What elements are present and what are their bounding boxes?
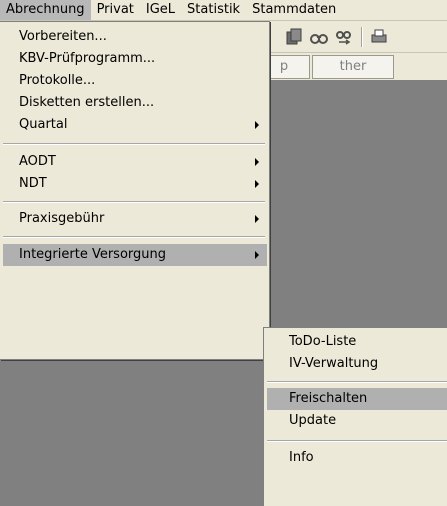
menu-item-label: Quartal	[19, 117, 68, 132]
submenu-arrow-icon	[255, 215, 259, 223]
submenu-item-iv-verwaltung[interactable]: IV-Verwaltung	[267, 353, 447, 375]
toolbar	[258, 22, 447, 53]
submenu-item-label: Info	[289, 450, 314, 465]
submenu-arrow-icon	[255, 158, 259, 166]
menu-separator	[267, 440, 447, 442]
menu-item-label: Disketten erstellen...	[19, 95, 155, 110]
menu-item-label: Protokolle...	[19, 73, 96, 88]
menu-item-label: KBV-Prüfprogramm...	[19, 51, 156, 66]
menu-privat[interactable]: Privat	[91, 0, 140, 20]
menu-item-protokolle[interactable]: Protokolle...	[3, 70, 267, 92]
menu-item-quartal[interactable]: Quartal	[3, 114, 267, 136]
menu-separator	[3, 236, 265, 238]
submenu-item-update[interactable]: Update	[267, 410, 447, 432]
menu-item-vorbereiten[interactable]: Vorbereiten...	[3, 26, 267, 48]
submenu-item-label: IV-Verwaltung	[289, 356, 379, 371]
tab-strip: p ther	[258, 54, 447, 80]
menu-statistik[interactable]: Statistik	[181, 0, 246, 20]
menu-item-label: NDT	[19, 176, 47, 191]
submenu-item-label: Update	[289, 413, 337, 428]
copy-icon[interactable]	[285, 28, 303, 46]
menu-separator	[3, 143, 265, 145]
menu-item-aodt[interactable]: AODT	[3, 151, 267, 173]
menu-bar: Abrechnung Privat IGeL Statistik Stammda…	[0, 0, 447, 21]
submenu-item-todo-liste[interactable]: ToDo-Liste	[267, 331, 447, 353]
menu-item-label: AODT	[19, 154, 56, 169]
workspace-area-left	[0, 360, 258, 506]
menu-item-kbv-pruefprogramm[interactable]: KBV-Prüfprogramm...	[3, 48, 267, 70]
menu-separator	[3, 201, 265, 203]
application-window: Abrechnung Privat IGeL Statistik Stammda…	[0, 0, 447, 506]
submenu-item-freischalten[interactable]: Freischalten	[267, 388, 447, 410]
menu-separator	[267, 381, 447, 383]
menu-igel[interactable]: IGeL	[140, 0, 181, 20]
submenu-item-label: Freischalten	[289, 391, 368, 406]
submenu-arrow-icon	[255, 251, 259, 259]
submenu-arrow-icon	[255, 121, 259, 129]
submenu-item-info[interactable]: Info	[267, 447, 447, 469]
menu-item-praxisgebuehr[interactable]: Praxisgebühr	[3, 208, 267, 230]
find-next-icon[interactable]	[335, 28, 353, 46]
menu-item-label: Vorbereiten...	[19, 29, 107, 44]
abrechnung-dropdown-menu: Vorbereiten... KBV-Prüfprogramm... Proto…	[0, 21, 270, 360]
find-icon[interactable]	[310, 28, 328, 46]
menu-item-label: Praxisgebühr	[19, 211, 105, 226]
menu-item-integrierte-versorgung[interactable]: Integrierte Versorgung	[3, 244, 267, 266]
menu-item-label: Integrierte Versorgung	[19, 247, 166, 262]
menu-stammdaten[interactable]: Stammdaten	[246, 0, 342, 20]
menu-item-disketten-erstellen[interactable]: Disketten erstellen...	[3, 92, 267, 114]
toolbar-separator	[361, 27, 363, 47]
submenu-arrow-icon	[255, 180, 259, 188]
print-icon[interactable]	[370, 28, 388, 46]
menu-item-ndt[interactable]: NDT	[3, 173, 267, 195]
integrierte-versorgung-submenu: ToDo-Liste IV-Verwaltung Freischalten Up…	[263, 327, 447, 506]
menu-abrechnung[interactable]: Abrechnung	[0, 0, 91, 20]
submenu-item-label: ToDo-Liste	[289, 334, 357, 349]
tab-ther[interactable]: ther	[312, 55, 394, 79]
